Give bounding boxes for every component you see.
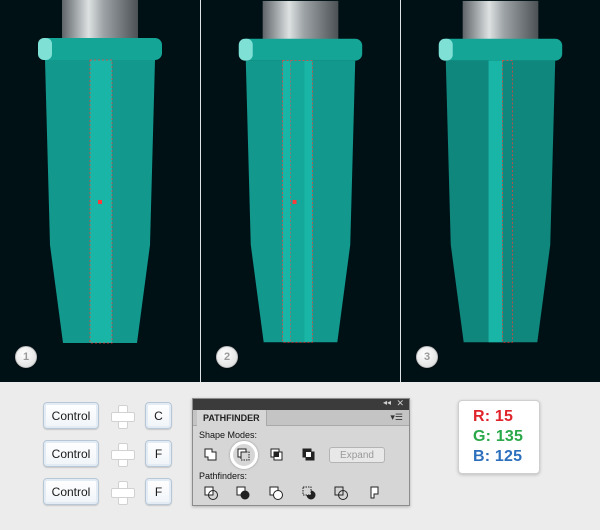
shortcut-paste-front-1: Control F (43, 440, 172, 467)
pathfinder-panel: ◂◂ ✕ PATHFINDER ▾☰ Shape Modes: Expand P… (192, 398, 410, 506)
selection-center (98, 200, 102, 204)
intersect-icon (270, 448, 283, 461)
panel-titlebar: ◂◂ ✕ (193, 398, 409, 410)
divide-icon (204, 486, 218, 500)
collar-highlight (38, 38, 52, 60)
cap-tube (62, 0, 138, 40)
exclude-icon (302, 448, 315, 461)
red-value: R: 15 (473, 408, 514, 425)
minus-back-button[interactable] (365, 485, 381, 501)
plus-icon (111, 404, 135, 429)
step-panel-3: 3 (400, 0, 600, 382)
selection-center (292, 199, 297, 204)
tutorial-steps: 1 2 3 (0, 0, 600, 382)
step-badge: 3 (416, 346, 438, 368)
instructions-area: Control C Control F Control F ◂◂ ✕ PATHF… (0, 382, 600, 530)
shortcut-paste-front-2: Control F (43, 478, 172, 505)
crop-button[interactable] (301, 485, 317, 501)
collar-highlight (238, 38, 253, 61)
marker-illustration-3 (438, 0, 563, 343)
step-panel-2: 2 (200, 0, 400, 382)
green-value: G: 135 (473, 428, 524, 445)
divide-button[interactable] (203, 485, 219, 501)
f-key: F (145, 440, 172, 467)
step-badge: 1 (15, 346, 37, 368)
unite-icon (204, 448, 217, 461)
highlight-strip (488, 60, 503, 343)
f-key: F (145, 478, 172, 505)
recolored-strip (502, 60, 513, 343)
unite-button[interactable] (203, 447, 219, 463)
control-key: Control (43, 440, 99, 467)
step-panel-1: 1 (0, 0, 200, 382)
tab-pathfinder[interactable]: PATHFINDER (197, 410, 267, 426)
control-key: Control (43, 402, 99, 429)
trim-icon (236, 486, 250, 500)
collapse-icon[interactable]: ◂◂ (383, 398, 391, 407)
plus-icon (111, 442, 135, 467)
trim-button[interactable] (235, 485, 251, 501)
pathfinders-label: Pathfinders: (199, 471, 248, 481)
crop-icon (302, 486, 316, 500)
color-values-card: R: 15 G: 135 B: 125 (458, 400, 540, 474)
intersect-button[interactable] (269, 447, 285, 463)
collar-highlight (438, 38, 453, 61)
close-icon[interactable]: ✕ (396, 398, 404, 409)
collar (238, 38, 363, 61)
expand-button[interactable]: Expand (329, 447, 385, 463)
collar (38, 38, 162, 60)
outline-button[interactable] (333, 485, 349, 501)
active-mode-highlight (230, 441, 258, 469)
minus-back-icon (370, 486, 379, 499)
plus-icon (111, 480, 135, 505)
step-badge: 2 (216, 346, 238, 368)
marker-illustration-1 (38, 0, 162, 344)
c-key: C (145, 402, 172, 429)
blue-value: B: 125 (473, 448, 523, 465)
shape-modes-label: Shape Modes: (199, 430, 258, 440)
cap-tube (462, 0, 539, 41)
cap-tube (262, 0, 339, 41)
outline-icon (334, 486, 348, 500)
shortcut-copy: Control C (43, 402, 172, 429)
merge-button[interactable] (268, 485, 284, 501)
collar (438, 38, 563, 61)
panel-menu-icon[interactable]: ▾☰ (390, 412, 403, 423)
merge-icon (269, 486, 283, 500)
marker-illustration-2 (238, 0, 363, 343)
control-key: Control (43, 478, 99, 505)
exclude-button[interactable] (301, 447, 317, 463)
panel-tabbar: PATHFINDER ▾☰ (193, 410, 409, 426)
